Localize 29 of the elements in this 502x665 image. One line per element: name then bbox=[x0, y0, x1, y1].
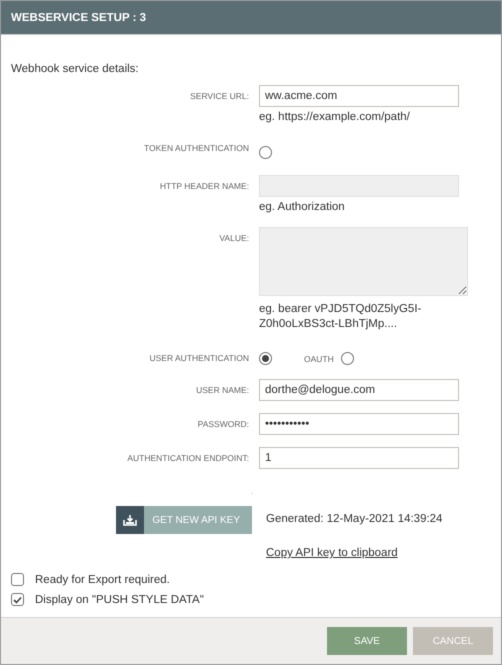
field-hint: eg. Authorization bbox=[259, 200, 345, 215]
radio-button[interactable] bbox=[340, 352, 354, 365]
text-field[interactable]: dorthe@delogue.com bbox=[259, 379, 459, 401]
checkbox[interactable] bbox=[11, 573, 24, 586]
field-label: USER AUTHENTICATION bbox=[150, 352, 249, 365]
checkbox-label: Ready for Export required. bbox=[35, 574, 170, 586]
field-label: SERVICE URL: bbox=[190, 90, 249, 103]
copy-link[interactable]: Copy API key to clipboard bbox=[266, 547, 398, 559]
field-hint: eg. https://example.com/path/ bbox=[259, 110, 410, 125]
option-label: OAUTH bbox=[304, 354, 334, 364]
field-label: VALUE: bbox=[219, 232, 249, 245]
dialog-title: WEBSERVICE SETUP : 3 bbox=[11, 12, 146, 24]
field-hint: eg. bearer vPJD5TQd0Z5lyG5I- bbox=[259, 302, 422, 317]
checkbox[interactable] bbox=[11, 593, 24, 606]
radio-button[interactable] bbox=[259, 352, 272, 365]
generated-timestamp: Generated: 12-May-2021 14:39:24 bbox=[266, 512, 442, 527]
field-hint: Z0h0oLxBS3ct-LBhTjMp.... bbox=[259, 317, 398, 332]
section-title: Webhook service details: bbox=[11, 63, 140, 75]
field-label: TOKEN AUTHENTICATION bbox=[144, 142, 249, 155]
text-field[interactable]: ••••••••••• bbox=[259, 413, 459, 435]
checkbox-label: Display on "PUSH STYLE DATA" bbox=[35, 594, 204, 606]
radio-button[interactable] bbox=[259, 146, 272, 159]
field-label: AUTHENTICATION ENDPOINT: bbox=[127, 452, 249, 465]
field-label: HTTP HEADER NAME: bbox=[160, 180, 249, 193]
field-label: PASSWORD: bbox=[198, 418, 249, 431]
download-tray-icon bbox=[123, 514, 138, 526]
text-field[interactable]: ww.acme.com bbox=[259, 85, 459, 107]
text-field[interactable]: 1 bbox=[259, 447, 459, 469]
field-label: USER NAME: bbox=[196, 384, 249, 397]
